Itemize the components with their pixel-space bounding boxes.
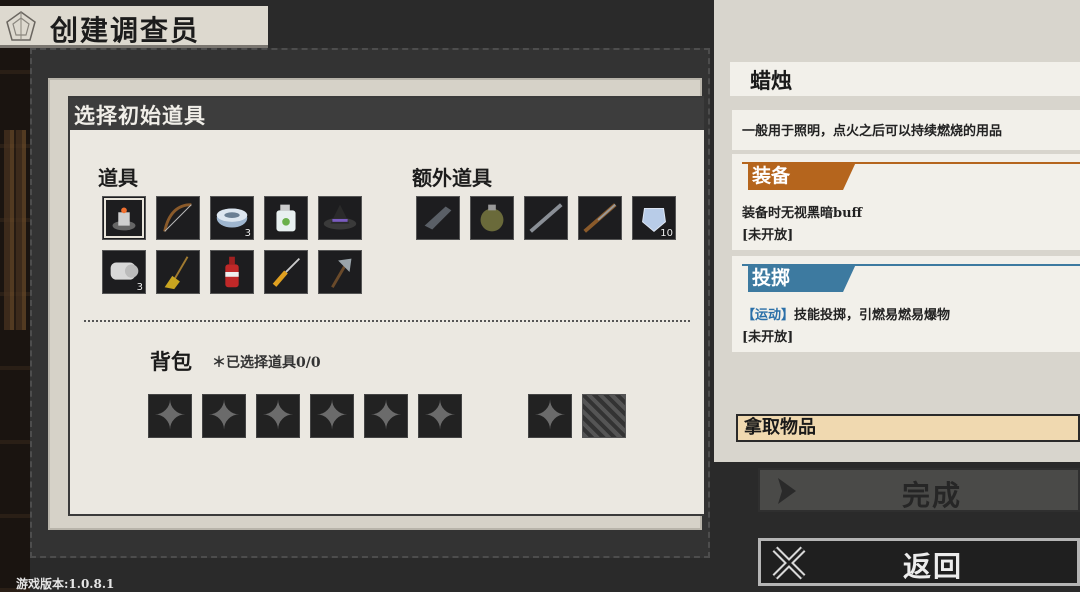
- inner-panel: 选择初始道具 道具 额外道具 3 3 10 背包 ＊已选择道具0/0 ✦ ✦ ✦…: [68, 96, 704, 516]
- item-quantity: 3: [244, 228, 251, 239]
- item-description: 一般用于照明，点火之后可以持续燃烧的用品: [732, 110, 1080, 150]
- bag-label: 背包: [150, 349, 192, 374]
- candle-icon: [112, 207, 136, 231]
- bag-slot[interactable]: ✦: [148, 394, 192, 438]
- chevron-right-icon: [778, 478, 796, 504]
- empty-slot-icon: ✦: [423, 394, 457, 438]
- extra-items-label: 额外道具: [412, 166, 492, 190]
- title-banner: 创建调查员: [0, 6, 268, 48]
- item-slot-bandage[interactable]: 3: [210, 196, 254, 240]
- bow-icon: [163, 203, 192, 232]
- items-label: 道具: [98, 166, 138, 190]
- bag-extra-slot[interactable]: ✦: [528, 394, 572, 438]
- bag-slot[interactable]: ✦: [256, 394, 300, 438]
- bag-selected-count: ＊已选择道具0/0: [212, 355, 321, 371]
- item-name-bar: 蜡烛: [730, 62, 1080, 96]
- extra-slot-shotgun[interactable]: [578, 196, 622, 240]
- extra-slot-gem[interactable]: 10: [632, 196, 676, 240]
- bag-slot[interactable]: ✦: [202, 394, 246, 438]
- back-label: 返回: [903, 550, 964, 583]
- empty-slot-icon: ✦: [369, 394, 403, 438]
- item-quantity: 10: [660, 228, 673, 239]
- bag-slot[interactable]: ✦: [418, 394, 462, 438]
- item-name: 蜡烛: [750, 68, 792, 93]
- extra-slot-grenade[interactable]: [470, 196, 514, 240]
- bag-locked-slot: [582, 394, 626, 438]
- axe-icon: [331, 258, 352, 288]
- item-slot-screwdriver[interactable]: [264, 250, 308, 294]
- item-info-panel: 蜡烛 一般用于照明，点火之后可以持续燃烧的用品 装备 装备时无视黑暗buff […: [714, 0, 1080, 462]
- empty-slot-icon: ✦: [153, 394, 187, 438]
- effect-tag-throw: 投掷: [748, 264, 856, 292]
- emblem-icon: [6, 11, 36, 41]
- item-slot-soda[interactable]: [210, 250, 254, 294]
- done-label: 完成: [902, 479, 963, 512]
- effect-equip: 装备 装备时无视黑暗buff [未开放]: [732, 154, 1080, 250]
- effect-throw-desc: 技能投掷，引燃易燃易爆物: [794, 308, 951, 323]
- page-title: 创建调查员: [50, 14, 201, 47]
- done-button[interactable]: 完成: [758, 468, 1080, 512]
- effect-throw-text: 【运动】技能投掷，引燃易燃易爆物: [742, 304, 950, 323]
- witch-hat-icon: [323, 204, 357, 230]
- item-slot-hat[interactable]: [318, 196, 362, 240]
- close-icon: [772, 546, 806, 580]
- item-slot-scroll[interactable]: 3: [102, 250, 146, 294]
- item-slot-broom[interactable]: [156, 250, 200, 294]
- empty-slot-icon: ✦: [207, 394, 241, 438]
- empty-slot-icon: ✦: [533, 394, 567, 438]
- skill-tag: 【运动】: [742, 308, 795, 323]
- effect-throw: 投掷 【运动】技能投掷，引燃易燃易爆物 [未开放]: [732, 256, 1080, 352]
- broom-icon: [164, 256, 189, 290]
- grenade-icon: [480, 204, 504, 232]
- item-slot-bottle[interactable]: [264, 196, 308, 240]
- empty-slot-icon: ✦: [261, 394, 295, 438]
- effect-throw-status: [未开放]: [742, 330, 794, 345]
- effect-tag-equip: 装备: [748, 162, 856, 190]
- soda-bottle-icon: [225, 256, 239, 288]
- shotgun-icon: [583, 203, 617, 233]
- section-divider: [84, 320, 690, 322]
- rifle-icon: [529, 203, 563, 233]
- item-slot-axe[interactable]: [318, 250, 362, 294]
- bag-slot[interactable]: ✦: [310, 394, 354, 438]
- effect-equip-status: [未开放]: [742, 228, 794, 243]
- item-selection-panel: 选择初始道具 道具 额外道具 3 3 10 背包 ＊已选择道具0/0 ✦ ✦ ✦…: [48, 78, 704, 530]
- item-slot-candle[interactable]: [102, 196, 146, 240]
- version-text: 游戏版本:1.0.8.1: [16, 577, 115, 591]
- extra-slot-pistol[interactable]: [416, 196, 460, 240]
- screwdriver-icon: [272, 257, 301, 287]
- extra-slot-rifle[interactable]: [524, 196, 568, 240]
- take-item-button[interactable]: 拿取物品: [736, 414, 1080, 442]
- pistol-icon: [424, 206, 452, 230]
- bag-slot[interactable]: ✦: [364, 394, 408, 438]
- item-slot-bow[interactable]: [156, 196, 200, 240]
- empty-slot-icon: ✦: [315, 394, 349, 438]
- item-quantity: 3: [136, 282, 143, 293]
- panel-title: 选择初始道具: [74, 103, 206, 128]
- bottle-icon: [276, 204, 296, 232]
- effect-equip-text: 装备时无视黑暗buff: [742, 206, 863, 221]
- back-button[interactable]: 返回: [758, 538, 1080, 586]
- bookshelf-background: [0, 0, 30, 592]
- panel-header: 选择初始道具: [70, 98, 704, 130]
